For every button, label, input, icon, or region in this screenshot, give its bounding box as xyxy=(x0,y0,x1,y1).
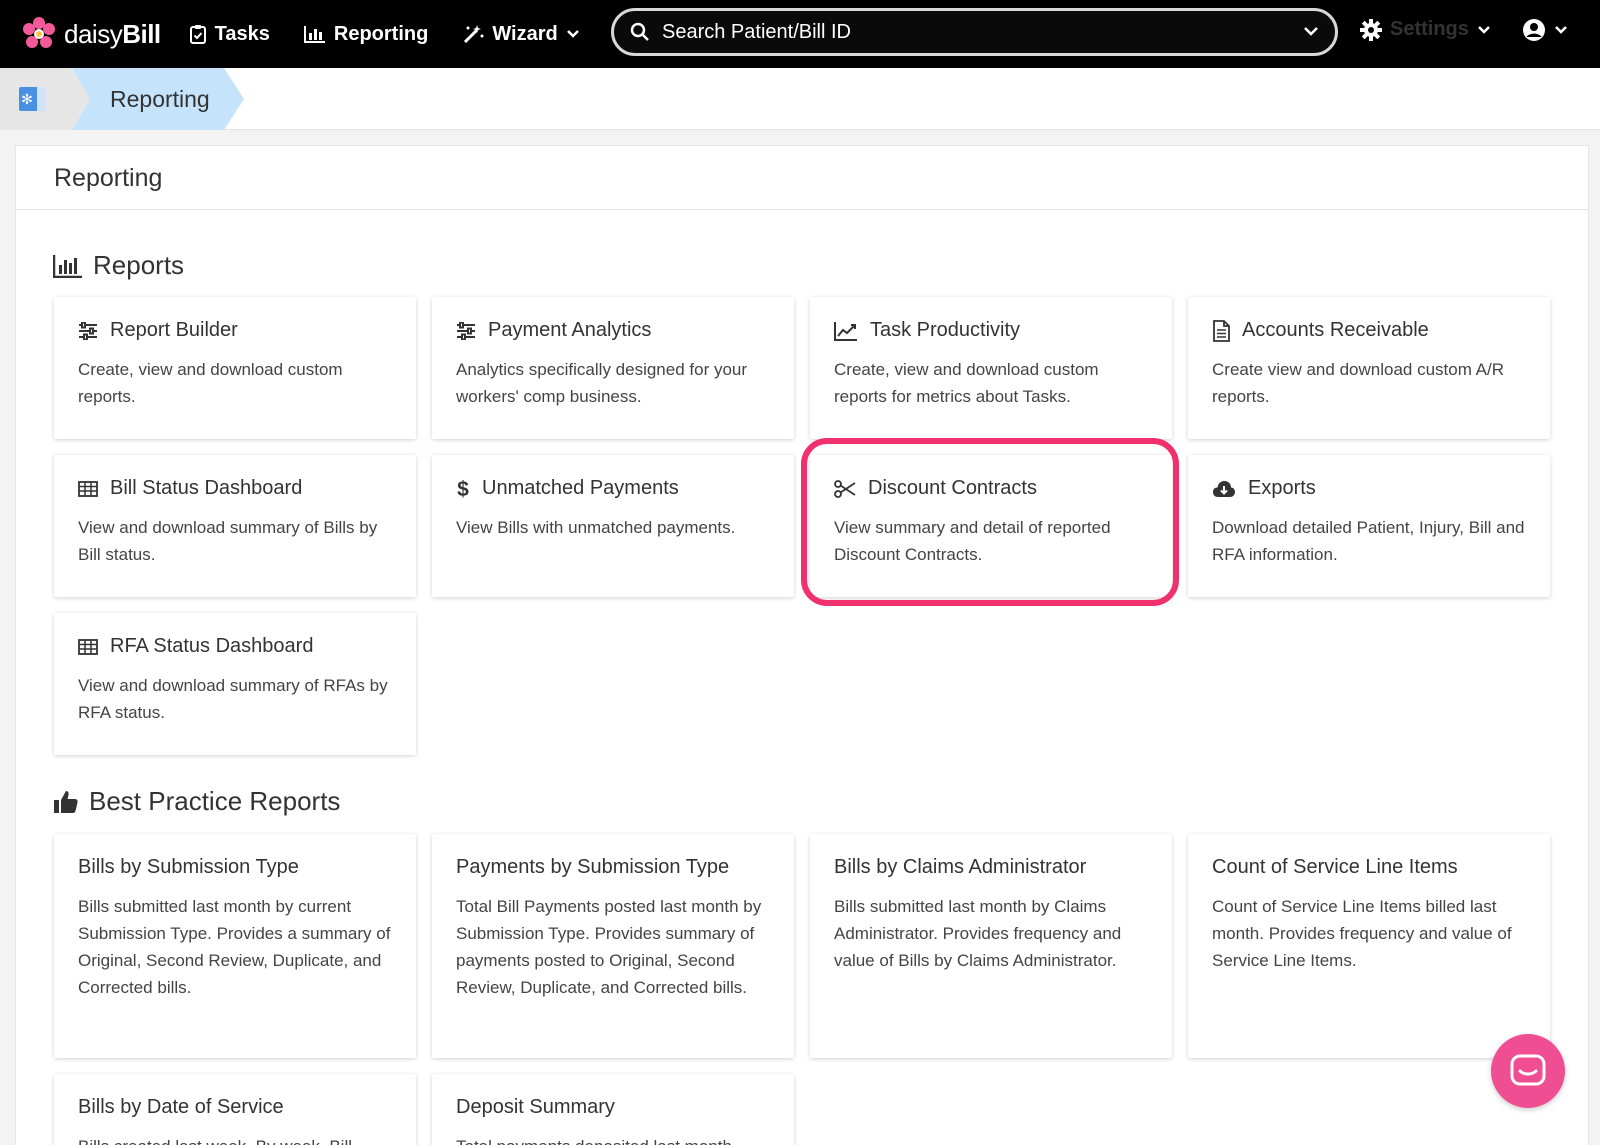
best-card-deposit-summary[interactable]: Deposit Summary Total payments deposited… xyxy=(432,1074,794,1145)
chevron-down-icon xyxy=(1555,26,1567,34)
card-title: Unmatched Payments xyxy=(482,477,679,499)
report-card-task-productivity[interactable]: Task Productivity Create, view and downl… xyxy=(810,297,1172,439)
card-description: Bills submitted last month by current Su… xyxy=(78,897,391,997)
card-description: View summary and detail of reported Disc… xyxy=(834,518,1111,564)
logo-text-light: daisy xyxy=(64,18,123,49)
best-card-payments-by-submission-type[interactable]: Payments by Submission Type Total Bill P… xyxy=(432,834,794,1058)
reports-heading-label: Reports xyxy=(93,250,185,280)
card-description: Bills submitted last month by Claims Adm… xyxy=(834,897,1122,970)
card-title: Bills by Date of Service xyxy=(78,1096,284,1118)
reports-heading: Reports xyxy=(53,250,184,281)
best-card-bills-by-date-of-service[interactable]: Bills by Date of Service Bills created l… xyxy=(54,1074,416,1145)
card-description: Bills created last week. By week. Bill xyxy=(78,1133,392,1145)
gear-icon xyxy=(1360,18,1382,41)
card-title: Report Builder xyxy=(110,319,238,341)
logo-text-bold: Bill xyxy=(122,18,161,49)
settings-label: Settings xyxy=(1390,18,1469,40)
nav-wizard-label: Wizard xyxy=(492,22,558,45)
best-card-count-of-service-line-items[interactable]: Count of Service Line Items Count of Ser… xyxy=(1188,834,1550,1058)
card-description: Total Bill Payments posted last month by… xyxy=(456,897,762,997)
search-input[interactable] xyxy=(662,20,1303,44)
daisy-flower-icon xyxy=(23,17,55,48)
card-description: Create view and download custom A/R repo… xyxy=(1212,360,1504,406)
report-card-payment-analytics[interactable]: Payment Analytics Analytics specifically… xyxy=(432,297,794,439)
card-title: Payment Analytics xyxy=(488,319,652,341)
best-card-bills-by-submission-type[interactable]: Bills by Submission Type Bills submitted… xyxy=(54,834,416,1058)
card-description: Create, view and download custom reports… xyxy=(78,360,343,406)
card-title: Task Productivity xyxy=(870,319,1021,341)
cloud-download-icon xyxy=(1213,480,1235,497)
report-card-exports[interactable]: Exports Download detailed Patient, Injur… xyxy=(1188,455,1550,597)
breadcrumb: ✻ Reporting xyxy=(0,68,1600,130)
search-icon xyxy=(630,22,649,41)
chevron-down-icon[interactable] xyxy=(1303,26,1319,38)
bar-chart-icon xyxy=(303,26,325,43)
card-title: Deposit Summary xyxy=(456,1096,615,1118)
best-card-bills-by-claims-administrator[interactable]: Bills by Claims Administrator Bills subm… xyxy=(810,834,1172,1058)
report-card-bill-status-dashboard[interactable]: Bill Status Dashboard View and download … xyxy=(54,455,416,597)
page-title: Reporting xyxy=(16,146,1588,210)
dollar-icon: $ xyxy=(457,478,469,500)
breadcrumb-home[interactable]: ✻ xyxy=(0,68,90,130)
table-icon xyxy=(78,480,98,497)
line-chart-icon xyxy=(834,321,857,341)
card-description: View and download summary of RFAs by RFA… xyxy=(78,676,388,722)
clipboard-check-icon xyxy=(189,25,206,44)
daisybill-app-icon: ✻ xyxy=(19,87,45,111)
document-icon xyxy=(1213,319,1230,342)
card-title: Accounts Receivable xyxy=(1242,319,1429,341)
report-card-report-builder[interactable]: Report Builder Create, view and download… xyxy=(54,297,416,439)
card-description: Create, view and download custom reports… xyxy=(834,360,1099,406)
nav-tasks-label: Tasks xyxy=(214,22,270,45)
chat-icon xyxy=(1510,1054,1546,1086)
svg-text:$: $ xyxy=(457,478,469,500)
report-card-rfa-status-dashboard[interactable]: RFA Status Dashboard View and download s… xyxy=(54,613,416,755)
best-practice-heading: Best Practice Reports xyxy=(53,786,340,817)
thumbs-up-icon xyxy=(54,790,78,813)
nav-wizard[interactable]: Wizard xyxy=(462,23,579,46)
card-title: Bill Status Dashboard xyxy=(110,477,303,499)
chevron-down-icon xyxy=(566,30,579,38)
search-box[interactable] xyxy=(611,8,1338,56)
scissors-icon xyxy=(834,479,856,498)
card-title: Bills by Submission Type xyxy=(78,856,299,878)
card-title: Payments by Submission Type xyxy=(456,856,730,878)
card-description: Download detailed Patient, Injury, Bill … xyxy=(1212,518,1525,564)
best-practice-heading-label: Best Practice Reports xyxy=(89,786,341,816)
table-icon xyxy=(78,638,98,655)
card-title: Count of Service Line Items xyxy=(1212,856,1458,878)
card-title: Bills by Claims Administrator xyxy=(834,856,1087,878)
daisybill-logo[interactable]: daisyBill xyxy=(22,17,161,51)
card-description: Total payments deposited last month xyxy=(456,1133,770,1145)
nav-reporting[interactable]: Reporting xyxy=(303,22,429,46)
card-title: RFA Status Dashboard xyxy=(110,635,314,657)
sliders-icon xyxy=(79,321,97,340)
settings-menu[interactable]: Settings xyxy=(1360,18,1491,41)
report-card-unmatched-payments[interactable]: $ Unmatched Payments View Bills with unma… xyxy=(432,455,794,597)
card-description: Count of Service Line Items billed last … xyxy=(1212,897,1512,970)
user-circle-icon xyxy=(1523,19,1545,41)
card-title: Discount Contracts xyxy=(868,477,1037,499)
chat-launcher-button[interactable] xyxy=(1491,1034,1565,1108)
card-description: View and download summary of Bills by Bi… xyxy=(78,518,378,564)
card-description: View Bills with unmatched payments. xyxy=(456,518,736,537)
report-card-discount-contracts[interactable]: Discount Contracts View summary and deta… xyxy=(810,455,1172,597)
user-menu[interactable] xyxy=(1522,18,1568,42)
sliders-icon xyxy=(457,321,475,340)
breadcrumb-reporting-label: Reporting xyxy=(110,86,210,112)
nav-tasks[interactable]: Tasks xyxy=(189,23,270,46)
svg-text:✻: ✻ xyxy=(21,92,33,108)
chevron-down-icon xyxy=(1478,25,1490,34)
card-description: Analytics specifically designed for your… xyxy=(456,360,748,406)
magic-wand-icon xyxy=(464,25,484,44)
report-card-accounts-receivable[interactable]: Accounts Receivable Create view and down… xyxy=(1188,297,1550,439)
nav-reporting-label: Reporting xyxy=(333,22,429,45)
card-title: Exports xyxy=(1248,477,1316,499)
bar-chart-icon xyxy=(53,254,82,278)
